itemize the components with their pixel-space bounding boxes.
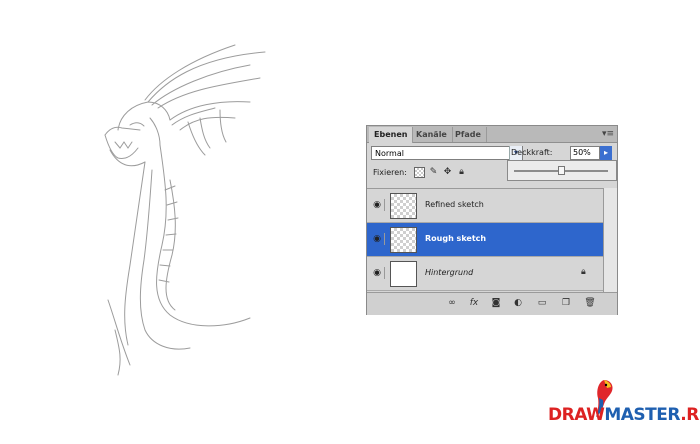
logo-text-draw: DRAW <box>548 405 605 425</box>
layer-row-rough-sketch[interactable]: ◉ Rough sketch <box>367 223 603 257</box>
eye-icon[interactable]: ◉ <box>370 267 385 279</box>
opacity-slider-popup <box>507 160 617 181</box>
layers-list: ◉ Refined sketch ◉ Rough sketch ◉ Hinter… <box>367 188 603 293</box>
panel-tab-bar: Ebenen Kanäle Pfade ▾≡ <box>367 126 617 143</box>
opacity-slider-thumb[interactable] <box>558 166 565 175</box>
tab-pfade[interactable]: Pfade <box>450 127 487 142</box>
logo-text-ru: .RU <box>680 405 700 425</box>
lock-label: Fixieren: <box>373 168 407 177</box>
layer-style-icon[interactable]: fx <box>467 297 481 309</box>
tab-ebenen[interactable]: Ebenen <box>369 127 414 143</box>
layer-name: Refined sketch <box>425 200 484 209</box>
panel-menu-icon[interactable]: ▾≡ <box>602 127 614 141</box>
layer-row-refined-sketch[interactable]: ◉ Refined sketch <box>367 189 603 223</box>
layer-thumbnail <box>390 261 417 287</box>
chevron-right-icon[interactable]: ▸ <box>600 146 612 160</box>
layers-scrollbar[interactable] <box>603 188 617 292</box>
blend-mode-value: Normal <box>375 149 404 158</box>
layer-row-hintergrund[interactable]: ◉ Hintergrund 🔒︎ <box>367 257 603 291</box>
new-group-icon[interactable]: ▭ <box>535 297 549 309</box>
tab-kanaele[interactable]: Kanäle <box>411 127 453 142</box>
layer-name: Hintergrund <box>425 268 474 277</box>
opacity-input[interactable]: 50% <box>570 146 600 160</box>
layers-panel: Ebenen Kanäle Pfade ▾≡ Normal ▾ Deckkraf… <box>366 125 618 315</box>
lock-all-icon[interactable]: 🔒︎ <box>456 167 467 178</box>
lock-position-icon[interactable]: ✥ <box>442 167 453 178</box>
delete-layer-icon[interactable]: 🗑︎ <box>583 297 597 309</box>
adjustment-layer-icon[interactable]: ◐ <box>511 297 525 309</box>
opacity-label: Deckkraft: <box>511 148 553 157</box>
eye-icon[interactable]: ◉ <box>370 199 385 211</box>
layer-thumbnail <box>390 227 417 253</box>
panel-footer: ∞ fx ◙ ◐ ▭ ❐ 🗑︎ <box>367 292 617 315</box>
layer-mask-icon[interactable]: ◙ <box>489 297 503 309</box>
logo-text-master: MASTER <box>604 405 681 425</box>
blend-mode-select[interactable]: Normal ▾ <box>371 146 523 160</box>
lock-transparent-icon[interactable] <box>414 167 425 178</box>
eye-icon[interactable]: ◉ <box>370 233 385 245</box>
new-layer-icon[interactable]: ❐ <box>559 297 573 309</box>
dragon-sketch-image <box>104 44 266 376</box>
site-logo: DRAWMASTER.RU <box>548 405 700 425</box>
layer-thumbnail <box>390 193 417 219</box>
lock-image-icon[interactable]: ✎ <box>428 167 439 178</box>
lock-icon: 🔒︎ <box>581 267 586 277</box>
link-layers-icon[interactable]: ∞ <box>445 297 459 309</box>
layer-name: Rough sketch <box>425 234 487 243</box>
